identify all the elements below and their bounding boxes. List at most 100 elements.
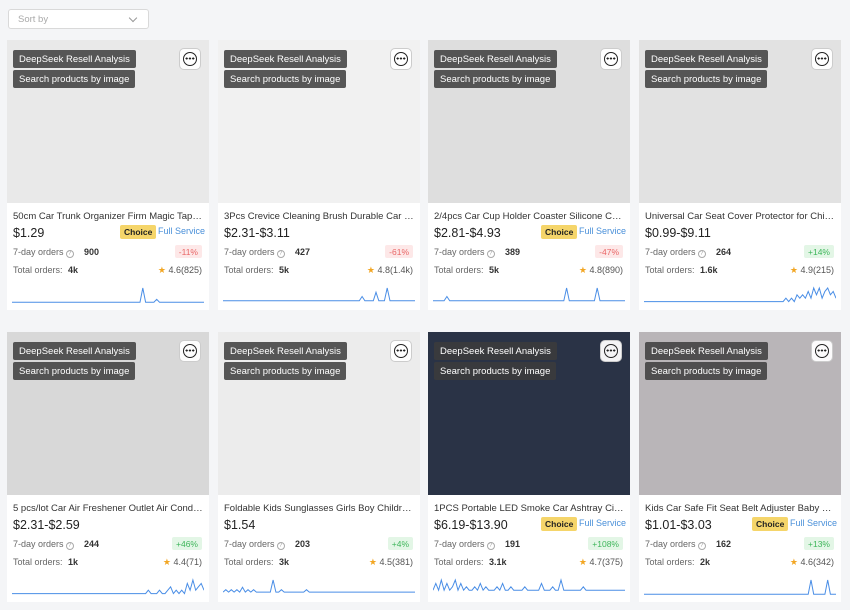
product-title[interactable]: 50cm Car Trunk Organizer Firm Magic Tape…	[13, 211, 203, 222]
help-icon[interactable]: ?	[697, 542, 706, 550]
eye-icon[interactable]	[179, 340, 201, 362]
product-card[interactable]: DeepSeek Resell Analysis Search products…	[639, 40, 841, 310]
product-image[interactable]: DeepSeek Resell Analysis Search products…	[639, 40, 841, 203]
seven-day-label: 7-day orders	[645, 247, 696, 257]
choice-badge: Choice	[541, 225, 578, 239]
sort-by-select[interactable]: Sort by	[8, 9, 149, 29]
eye-icon[interactable]	[390, 48, 412, 70]
total-orders: Total orders: 1k	[13, 557, 78, 567]
product-image[interactable]: DeepSeek Resell Analysis Search products…	[218, 40, 420, 203]
rating: ★ 4.5(381)	[369, 557, 413, 568]
product-title[interactable]: 3Pcs Crevice Cleaning Brush Durable Car …	[224, 211, 414, 222]
product-title[interactable]: Foldable Kids Sunglasses Girls Boy Child…	[224, 503, 414, 514]
deepseek-analysis-button[interactable]: DeepSeek Resell Analysis	[645, 50, 768, 68]
product-price: $1.29	[13, 226, 45, 240]
product-image[interactable]: DeepSeek Resell Analysis Search products…	[218, 332, 420, 495]
deepseek-analysis-button[interactable]: DeepSeek Resell Analysis	[434, 50, 557, 68]
help-icon[interactable]: ?	[65, 542, 74, 550]
rating-value: 4.9(215)	[800, 265, 834, 275]
deepseek-analysis-button[interactable]: DeepSeek Resell Analysis	[224, 50, 347, 68]
product-image[interactable]: DeepSeek Resell Analysis Search products…	[428, 40, 630, 203]
sparkline	[644, 286, 836, 303]
product-price: $2.31-$3.11	[224, 226, 290, 240]
total-orders: Total orders: 5k	[224, 265, 289, 275]
search-by-image-button[interactable]: Search products by image	[224, 362, 347, 380]
product-card[interactable]: DeepSeek Resell Analysis Search products…	[7, 40, 209, 310]
total-orders: Total orders: 5k	[434, 265, 499, 275]
product-title[interactable]: 2/4pcs Car Cup Holder Coaster Silicone C…	[434, 211, 624, 222]
eye-icon[interactable]	[390, 340, 412, 362]
product-title[interactable]: 1PCS Portable LED Smoke Car Ashtray Ciga…	[434, 503, 624, 514]
product-card[interactable]: DeepSeek Resell Analysis Search products…	[639, 332, 841, 602]
change-badge: +14%	[804, 245, 834, 258]
product-card[interactable]: DeepSeek Resell Analysis Search products…	[218, 332, 420, 602]
total-label: Total orders:	[645, 557, 695, 567]
rating: ★ 4.9(215)	[790, 265, 834, 276]
product-price: $2.81-$4.93	[434, 226, 501, 240]
total-label: Total orders:	[224, 557, 274, 567]
search-by-image-button[interactable]: Search products by image	[13, 362, 136, 380]
total-label: Total orders:	[645, 265, 695, 275]
help-icon[interactable]: ?	[65, 250, 74, 258]
eye-icon[interactable]	[179, 48, 201, 70]
help-icon[interactable]: ?	[276, 542, 285, 550]
sparkline-path	[223, 579, 415, 593]
product-grid: DeepSeek Resell Analysis Search products…	[7, 40, 841, 610]
seven-day-label: 7-day orders	[434, 247, 485, 257]
deepseek-analysis-button[interactable]: DeepSeek Resell Analysis	[434, 342, 557, 360]
choice-badge: Choice	[541, 517, 578, 531]
product-image[interactable]: DeepSeek Resell Analysis Search products…	[428, 332, 630, 495]
sparkline	[12, 287, 204, 303]
chevron-down-icon	[128, 13, 138, 23]
product-card[interactable]: DeepSeek Resell Analysis Search products…	[428, 332, 630, 602]
product-title[interactable]: Universal Car Seat Cover Protector for C…	[645, 211, 835, 222]
seven-day-orders: 7-day orders? 191	[434, 539, 520, 550]
deepseek-analysis-button[interactable]: DeepSeek Resell Analysis	[645, 342, 768, 360]
change-badge: -61%	[385, 245, 413, 258]
help-icon[interactable]: ?	[697, 250, 706, 258]
sort-by-placeholder: Sort by	[18, 14, 49, 25]
product-price: $0.99-$9.11	[645, 226, 711, 240]
sparkline-path	[433, 578, 625, 592]
eye-icon[interactable]	[600, 48, 622, 70]
total-value: 3k	[279, 557, 290, 567]
eye-icon[interactable]	[811, 340, 833, 362]
deepseek-analysis-button[interactable]: DeepSeek Resell Analysis	[13, 50, 136, 68]
eye-icon[interactable]	[811, 48, 833, 70]
help-icon[interactable]: ?	[486, 250, 495, 258]
total-value: 2k	[700, 557, 711, 567]
rating-value: 4.5(381)	[379, 557, 413, 567]
search-by-image-button[interactable]: Search products by image	[645, 70, 768, 88]
help-icon[interactable]: ?	[276, 250, 285, 258]
change-badge: +13%	[804, 537, 834, 550]
seven-day-label: 7-day orders	[434, 539, 485, 549]
total-label: Total orders:	[13, 557, 63, 567]
total-value: 3.1k	[489, 557, 507, 567]
product-image[interactable]: DeepSeek Resell Analysis Search products…	[639, 332, 841, 495]
deepseek-analysis-button[interactable]: DeepSeek Resell Analysis	[13, 342, 136, 360]
search-by-image-button[interactable]: Search products by image	[224, 70, 347, 88]
change-badge: +108%	[588, 537, 623, 550]
sparkline	[644, 579, 836, 595]
eye-icon[interactable]	[600, 340, 622, 362]
product-card[interactable]: DeepSeek Resell Analysis Search products…	[7, 332, 209, 602]
product-title[interactable]: 5 pcs/lot Car Air Freshener Outlet Air C…	[13, 503, 203, 514]
help-icon[interactable]: ?	[486, 542, 495, 550]
change-badge: +4%	[387, 537, 413, 550]
product-card[interactable]: DeepSeek Resell Analysis Search products…	[218, 40, 420, 310]
total-value: 5k	[489, 265, 500, 275]
search-by-image-button[interactable]: Search products by image	[13, 70, 136, 88]
product-image[interactable]: DeepSeek Resell Analysis Search products…	[7, 40, 209, 203]
search-by-image-button[interactable]: Search products by image	[645, 362, 768, 380]
search-by-image-button[interactable]: Search products by image	[434, 70, 557, 88]
deepseek-analysis-button[interactable]: DeepSeek Resell Analysis	[224, 342, 347, 360]
seven-day-orders: 7-day orders? 162	[645, 539, 731, 550]
rating: ★ 4.8(890)	[579, 265, 623, 276]
sparkline	[223, 579, 415, 593]
product-title[interactable]: Kids Car Safe Fit Seat Belt Adjuster Bab…	[645, 503, 835, 514]
seven-day-value: 427	[295, 247, 311, 257]
product-card[interactable]: DeepSeek Resell Analysis Search products…	[428, 40, 630, 310]
search-by-image-button[interactable]: Search products by image	[434, 362, 557, 380]
star-icon: ★	[157, 265, 166, 275]
product-image[interactable]: DeepSeek Resell Analysis Search products…	[7, 332, 209, 495]
